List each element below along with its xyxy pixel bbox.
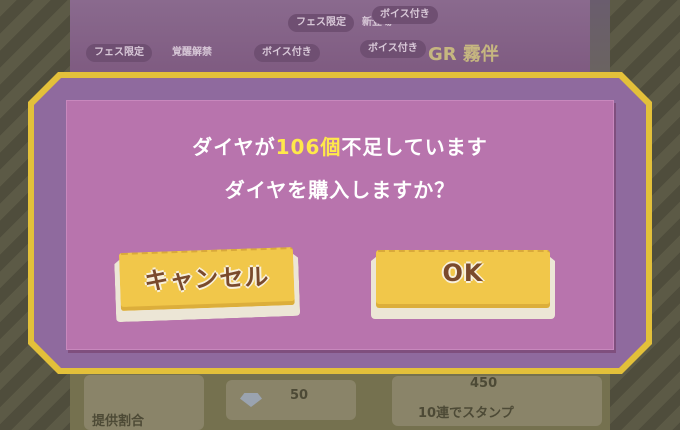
shortage-count: 106個	[275, 135, 342, 159]
cancel-button[interactable]: キャンセル	[111, 244, 303, 323]
voice-chip-2: ボイス付き	[372, 6, 438, 24]
gacha-banner	[70, 0, 590, 78]
price-right: 450	[470, 376, 498, 391]
rate-text: 提供割合	[92, 414, 145, 429]
shortage-message: ダイヤが106個不足しています	[192, 135, 488, 159]
stamp-text: 10連でスタンプ	[418, 406, 514, 421]
voice-chip-1: ボイス付き	[254, 44, 320, 62]
voice-chip-3: ボイス付き	[360, 40, 426, 58]
fes-chip: フェス限定	[288, 14, 354, 32]
ok-button[interactable]: OK	[368, 247, 558, 319]
awaken-chip: 覚醒解禁	[172, 47, 212, 58]
cancel-button-label: キャンセル	[143, 262, 270, 296]
purchase-question: ダイヤを購入しますか？	[224, 178, 456, 202]
ok-button-label: OK	[442, 259, 484, 287]
fes-chip-2: フェス限定	[86, 44, 152, 62]
price-left: 50	[290, 388, 309, 403]
gr-label: GR 霧伴	[428, 44, 499, 65]
